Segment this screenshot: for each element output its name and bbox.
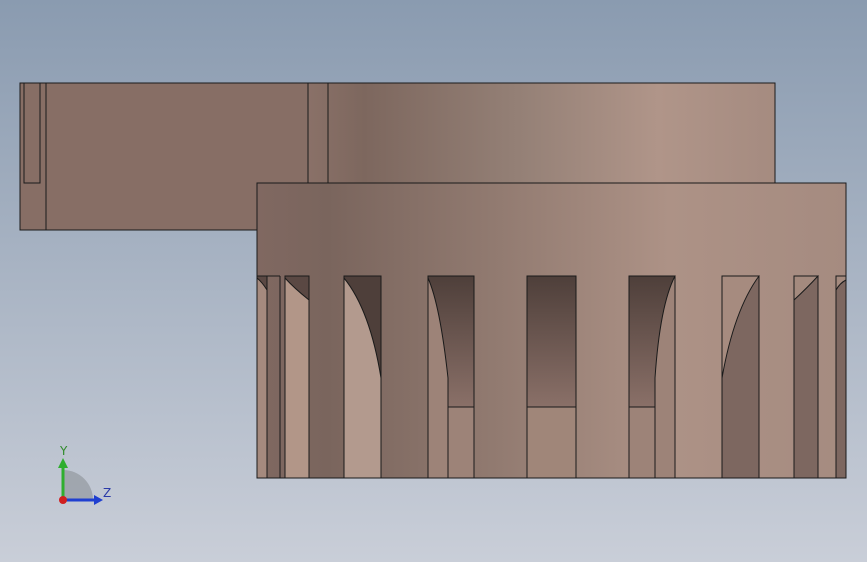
model-canvas[interactable]: Y Z: [0, 0, 867, 562]
cad-viewport[interactable]: Y Z: [0, 0, 867, 562]
z-axis-label: Z: [103, 486, 111, 500]
y-axis-label: Y: [59, 444, 68, 458]
lower-slotted-body[interactable]: [256, 182, 847, 479]
slot-group: [256, 275, 847, 479]
